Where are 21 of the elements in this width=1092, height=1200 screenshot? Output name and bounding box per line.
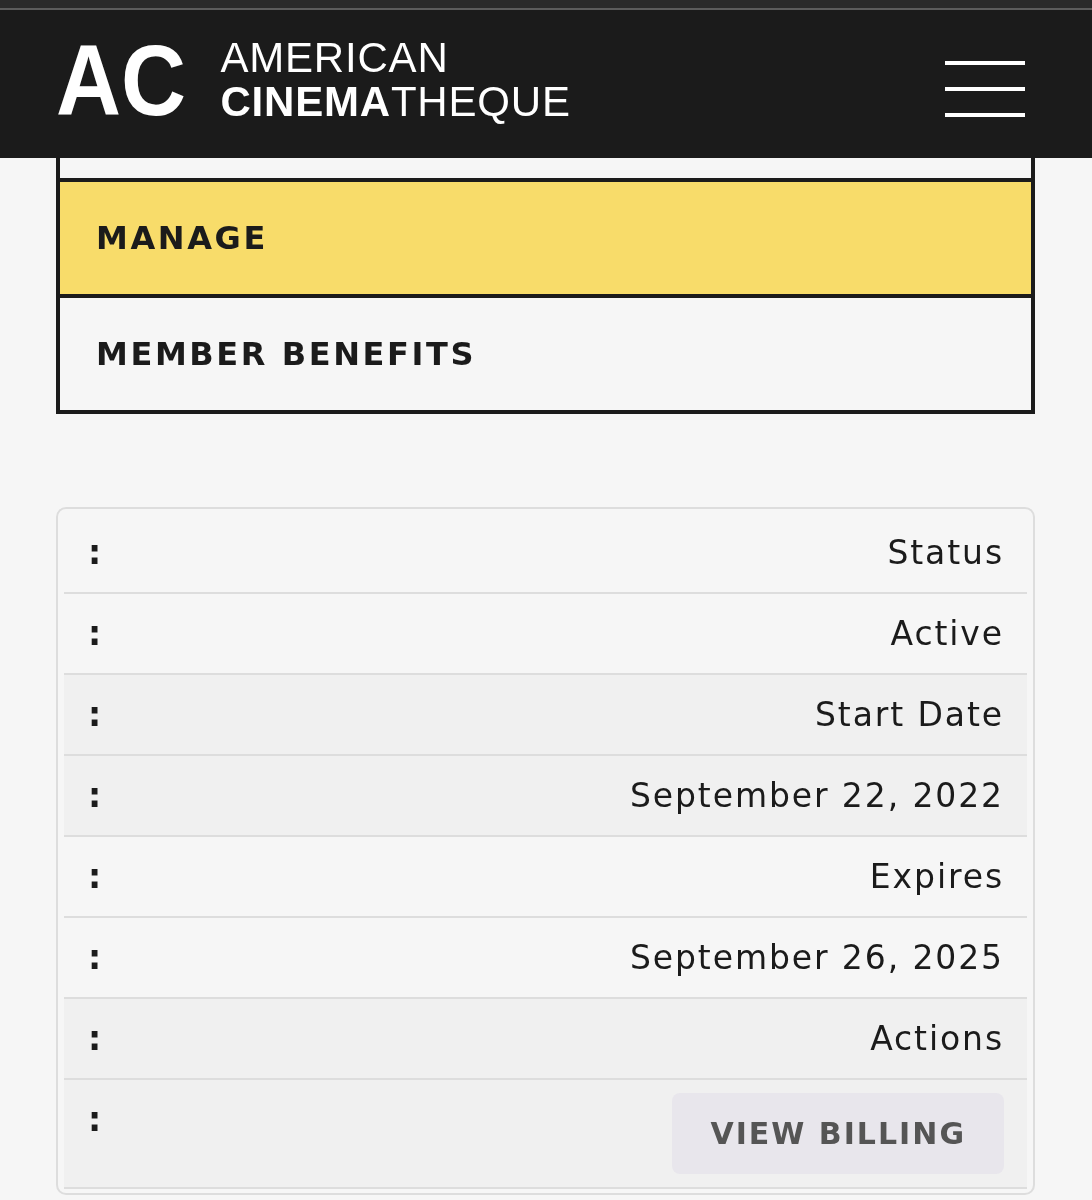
cell-label: :: [88, 614, 102, 653]
brand-name-line: CINEMATHEQUE: [220, 80, 571, 124]
cell-label: :: [88, 776, 102, 815]
cell-label: :: [88, 1100, 102, 1139]
cell-value: Active: [890, 614, 1004, 653]
cell-value: September 22, 2022: [629, 776, 1004, 815]
view-billing-button[interactable]: VIEW BILLING: [672, 1093, 1004, 1174]
cell-label: :: [88, 857, 102, 896]
logo-mark[interactable]: AC: [56, 41, 186, 119]
menu-icon[interactable]: [945, 61, 1025, 117]
cell-label: :: [88, 695, 102, 734]
cell-value: Start Date: [815, 695, 1004, 734]
cell-label: :: [88, 533, 102, 572]
menu-item[interactable]: MANAGE: [60, 178, 1031, 294]
cell-value: Actions: [870, 1019, 1004, 1058]
cell-label: :: [88, 1019, 102, 1058]
cell-value: Status: [887, 533, 1004, 572]
brand-name-line: AMERICAN: [220, 36, 450, 80]
cell-value: September 26, 2025: [629, 938, 1004, 977]
cell-label: :: [88, 938, 102, 977]
cell-value: Expires: [869, 857, 1004, 896]
